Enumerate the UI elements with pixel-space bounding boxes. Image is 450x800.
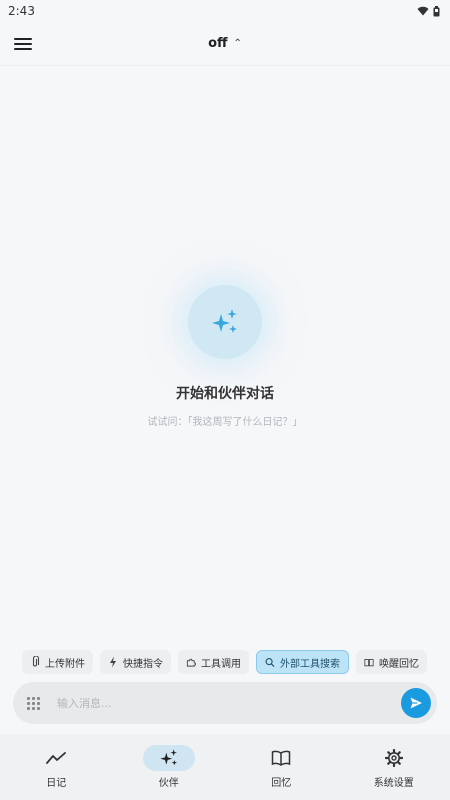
lightning-icon — [110, 656, 116, 668]
gear-icon — [384, 749, 403, 767]
chip-shortcuts[interactable]: 快捷指令 — [100, 650, 171, 674]
model-selector[interactable]: off ⌃ — [208, 36, 242, 51]
nav-item-diary[interactable]: 日记 — [0, 734, 113, 800]
chip-label: 快捷指令 — [123, 658, 163, 670]
message-input[interactable] — [57, 696, 401, 710]
chip-label: 唤醒回忆 — [379, 658, 419, 670]
send-icon — [410, 697, 422, 709]
nav-label: 日记 — [46, 778, 67, 789]
nav-item-settings[interactable]: 系统设置 — [338, 734, 450, 800]
empty-state-suggestion[interactable]: 试试问：「我这周写了什么日记？」 — [148, 413, 303, 428]
apps-grid-icon[interactable] — [25, 695, 41, 711]
hamburger-menu-icon[interactable] — [14, 35, 32, 53]
sparkles-badge — [188, 285, 262, 359]
open-book-icon — [272, 750, 291, 766]
chip-wake-memory[interactable]: 唤醒回忆 — [356, 650, 427, 674]
model-selector-value: off — [208, 36, 228, 51]
nav-icon-container — [368, 745, 420, 771]
chip-label: 外部工具搜索 — [280, 658, 340, 670]
book-icon — [364, 658, 374, 666]
status-icons — [417, 5, 440, 17]
nav-label: 系统设置 — [373, 778, 414, 789]
send-button[interactable] — [401, 688, 431, 718]
nav-icon-container — [255, 745, 307, 771]
message-composer — [13, 682, 437, 724]
wifi-icon — [417, 6, 429, 16]
sparkles-icon — [212, 309, 237, 333]
trend-line-icon — [46, 752, 67, 764]
puzzle-icon — [186, 658, 196, 667]
nav-icon-container — [142, 745, 195, 771]
empty-state-title: 开始和伙伴对话 — [176, 386, 274, 402]
paperclip-icon — [32, 656, 40, 667]
nav-label: 回忆 — [271, 778, 292, 789]
chip-label: 工具调用 — [201, 658, 241, 670]
nav-icon-container — [30, 745, 82, 771]
tool-chip-row: 上传附件 快捷指令 工具调用 外部工具搜索 唤醒回忆 — [0, 650, 450, 674]
nav-item-memories[interactable]: 回忆 — [225, 734, 338, 800]
chip-external-tool-search[interactable]: 外部工具搜索 — [256, 650, 349, 674]
nav-item-companion[interactable]: 伙伴 — [113, 734, 226, 800]
status-bar: 2:43 — [0, 0, 450, 22]
chip-tool-call[interactable]: 工具调用 — [178, 650, 249, 674]
bottom-navigation: 日记 伙伴 回忆 系统设置 — [0, 734, 450, 800]
chip-label: 上传附件 — [45, 658, 85, 670]
status-time: 2:43 — [8, 4, 35, 18]
up-down-chevron-icon: ⌃ — [233, 37, 242, 49]
nav-label: 伙伴 — [158, 778, 179, 789]
empty-state: 开始和伙伴对话 试试问：「我这周写了什么日记？」 — [0, 285, 450, 428]
chip-upload-attachment[interactable]: 上传附件 — [22, 650, 93, 674]
search-icon — [265, 657, 275, 667]
app-bar: off ⌃ — [0, 22, 450, 66]
battery-icon — [433, 5, 440, 16]
sparkles-icon — [160, 749, 177, 766]
